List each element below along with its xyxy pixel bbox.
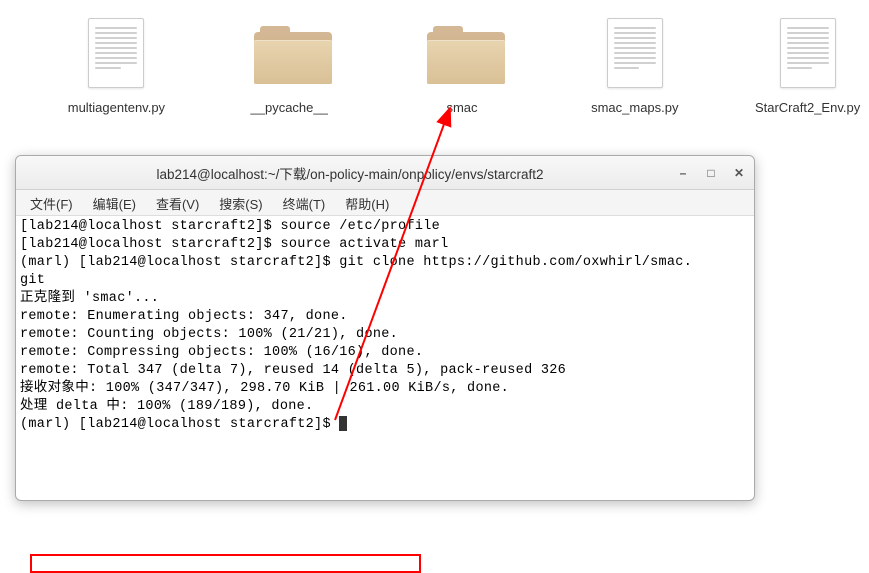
terminal-line: 处理 delta 中: 100% (189/189), done.	[20, 398, 750, 416]
terminal-line: [lab214@localhost starcraft2]$ source ac…	[20, 236, 750, 254]
document-icon	[600, 10, 670, 96]
window-title: lab214@localhost:~/下载/on-policy-main/onp…	[24, 163, 676, 183]
folder-icon	[427, 10, 497, 96]
terminal-line: (marl) [lab214@localhost starcraft2]$ gi…	[20, 254, 750, 272]
file-label: smac_maps.py	[591, 100, 678, 115]
terminal-line: git	[20, 272, 750, 290]
file-label: smac	[446, 100, 477, 115]
menu-edit[interactable]: 编辑(E)	[83, 190, 146, 215]
terminal-prompt-line: (marl) [lab214@localhost starcraft2]$	[20, 416, 750, 434]
terminal-line: [lab214@localhost starcraft2]$ source /e…	[20, 218, 750, 236]
terminal-line: remote: Compressing objects: 100% (16/16…	[20, 344, 750, 362]
window-controls: – □ ✕	[676, 166, 746, 180]
menu-terminal[interactable]: 终端(T)	[273, 190, 336, 215]
terminal-line: remote: Total 347 (delta 7), reused 14 (…	[20, 362, 750, 380]
folder-item-smac[interactable]: smac	[406, 10, 519, 140]
document-icon	[81, 10, 151, 96]
file-label: multiagentenv.py	[68, 100, 165, 115]
file-item-multiagentenv[interactable]: multiagentenv.py	[60, 10, 173, 140]
minimize-button[interactable]: –	[676, 166, 690, 180]
menu-help[interactable]: 帮助(H)	[335, 190, 399, 215]
folder-item-pycache[interactable]: __pycache__	[233, 10, 346, 140]
terminal-line: 接收对象中: 100% (347/347), 298.70 KiB | 261.…	[20, 380, 750, 398]
terminal-line: remote: Counting objects: 100% (21/21), …	[20, 326, 750, 344]
menu-search[interactable]: 搜索(S)	[209, 190, 272, 215]
document-icon	[773, 10, 843, 96]
file-item-starcraft2env[interactable]: StarCraft2_Env.py	[751, 10, 864, 140]
annotation-highlight	[30, 554, 421, 573]
cursor-icon	[339, 416, 347, 431]
menu-file[interactable]: 文件(F)	[20, 190, 83, 215]
menu-bar: 文件(F) 编辑(E) 查看(V) 搜索(S) 终端(T) 帮助(H)	[16, 190, 754, 216]
terminal-body[interactable]: [lab214@localhost starcraft2]$ source /e…	[16, 216, 754, 436]
file-item-smacmaps[interactable]: smac_maps.py	[578, 10, 691, 140]
file-label: __pycache__	[251, 100, 328, 115]
file-label: StarCraft2_Env.py	[755, 100, 860, 115]
close-button[interactable]: ✕	[732, 166, 746, 180]
terminal-window: lab214@localhost:~/下载/on-policy-main/onp…	[15, 155, 755, 501]
file-manager-area: multiagentenv.py __pycache__ smac smac_m…	[60, 0, 864, 140]
folder-icon	[254, 10, 324, 96]
menu-view[interactable]: 查看(V)	[146, 190, 209, 215]
terminal-line: 正克隆到 'smac'...	[20, 290, 750, 308]
title-bar[interactable]: lab214@localhost:~/下载/on-policy-main/onp…	[16, 156, 754, 190]
maximize-button[interactable]: □	[704, 166, 718, 180]
terminal-line: remote: Enumerating objects: 347, done.	[20, 308, 750, 326]
